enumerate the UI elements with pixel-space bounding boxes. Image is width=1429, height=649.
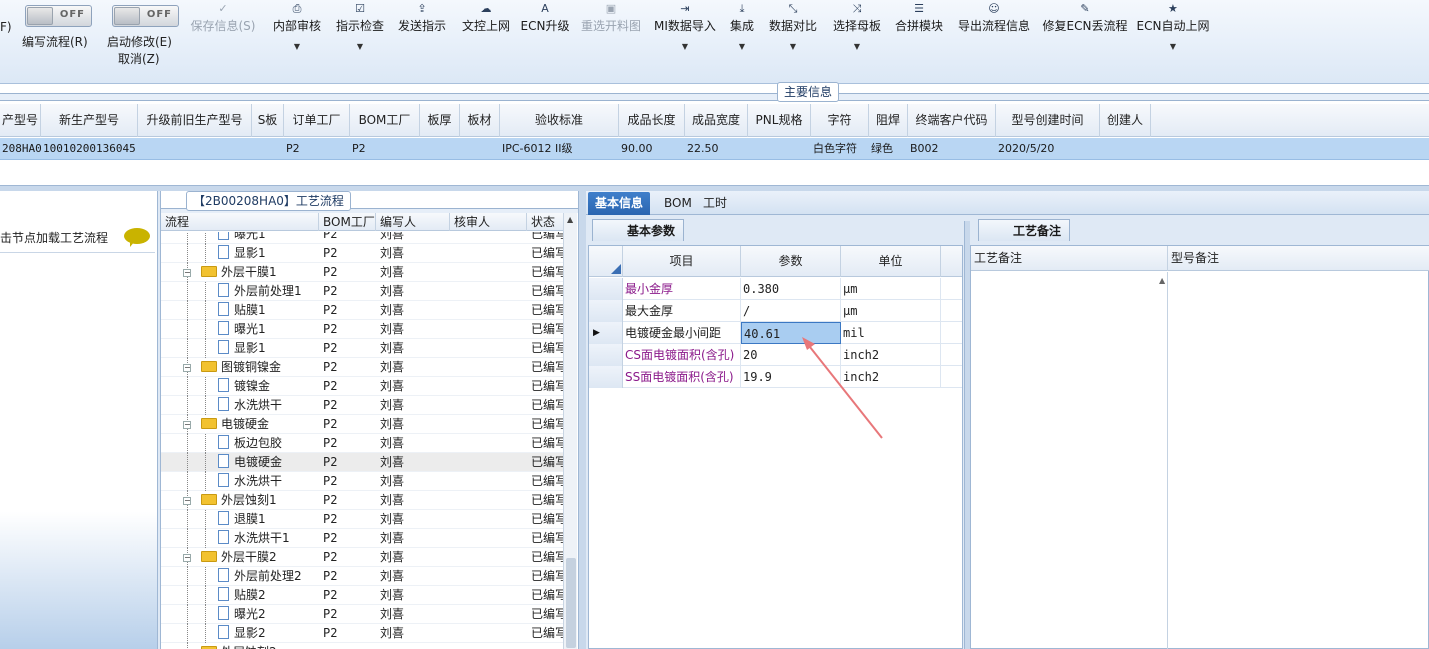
arrow-head	[802, 337, 815, 350]
annotation-arrow	[802, 337, 883, 439]
arrow-line	[805, 341, 883, 439]
